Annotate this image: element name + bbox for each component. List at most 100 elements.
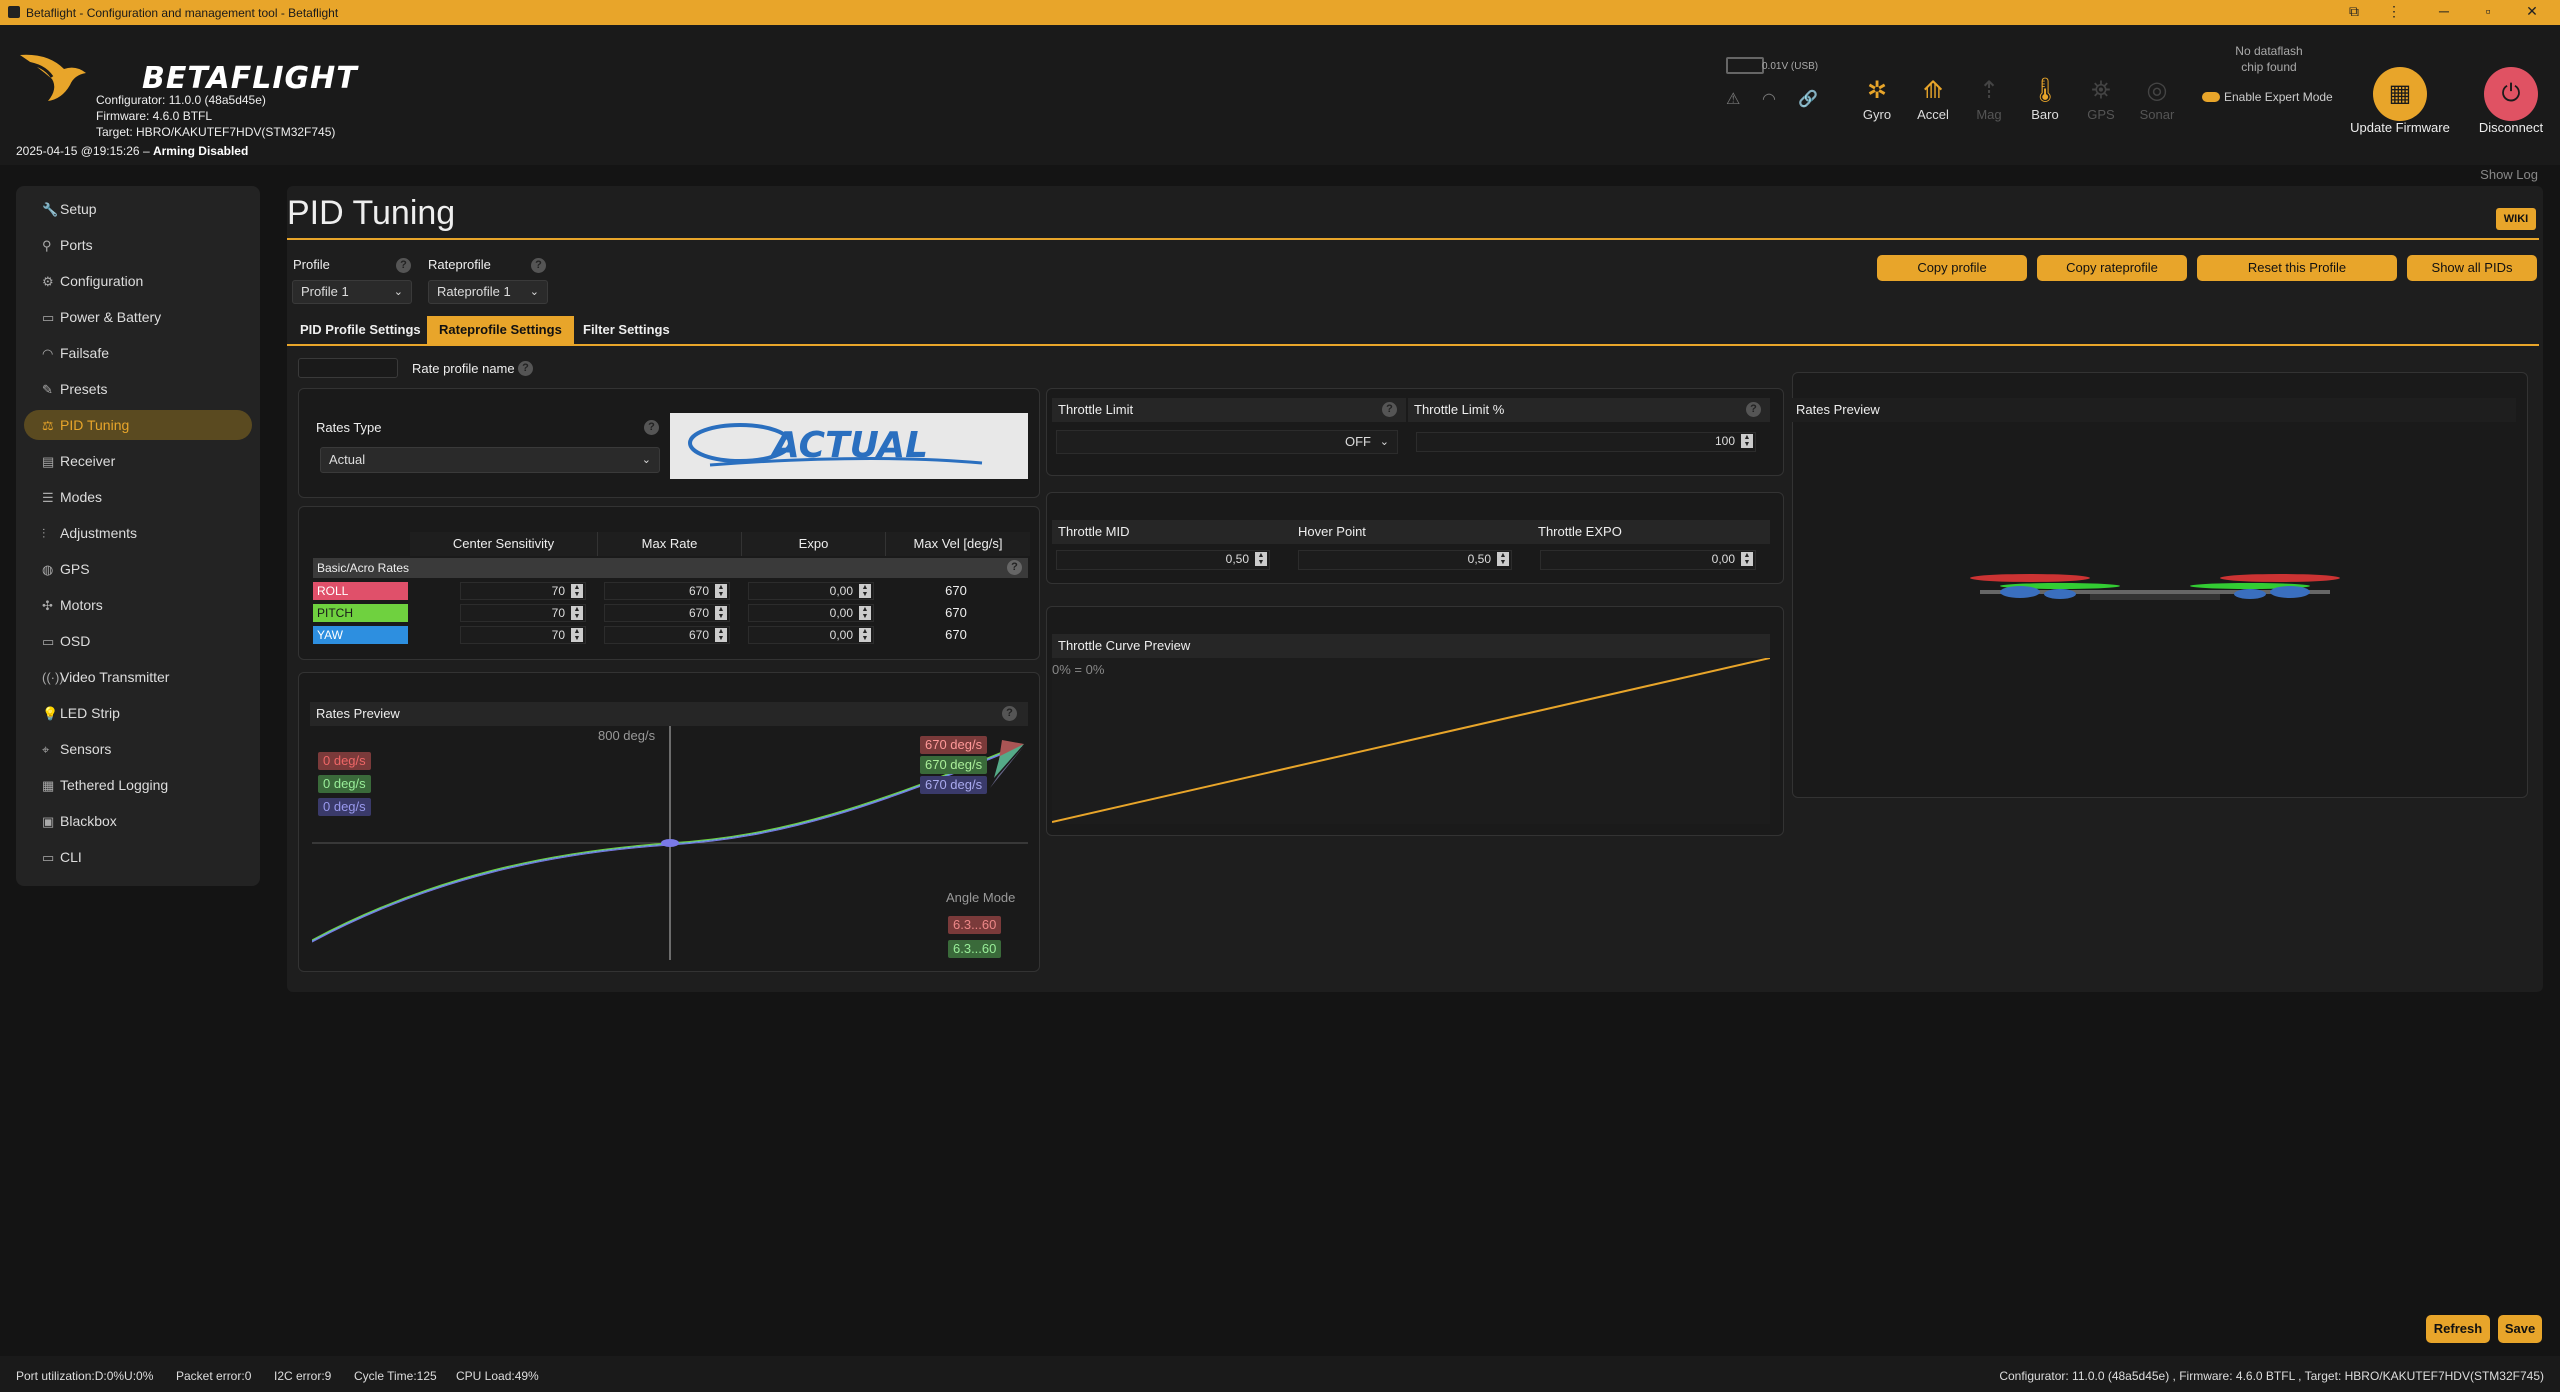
throttle-limit-select[interactable]: OFF ⌄	[1056, 430, 1398, 454]
sidebar-item-osd[interactable]: ▭ OSD	[24, 626, 252, 656]
show-all-pids-button[interactable]: Show all PIDs	[2407, 255, 2537, 281]
yaw-max-rate: 670 deg/s	[920, 776, 988, 794]
stepper-icon[interactable]: ▲ ▼	[715, 606, 727, 620]
throttle-mid-input[interactable]: 0,50 ▲ ▼	[1056, 550, 1270, 570]
help-icon[interactable]: ?	[644, 420, 659, 435]
tab-filter-settings[interactable]: Filter Settings	[571, 316, 682, 344]
stepper-icon: ▲ ▼	[1741, 552, 1753, 566]
help-icon[interactable]: ?	[1002, 706, 1017, 721]
sidebar-item-sensors[interactable]: ⌖ Sensors	[24, 734, 252, 764]
save-button[interactable]: Save	[2498, 1315, 2542, 1343]
help-icon[interactable]: ?	[1746, 402, 1761, 417]
sidebar-item-label: GPS	[60, 561, 90, 577]
maximize-icon[interactable]: ▫	[2478, 3, 2498, 21]
sidebar-item-failsafe[interactable]: ◠ Failsafe	[24, 338, 252, 368]
sidebar-item-motors[interactable]: ✣ Motors	[24, 590, 252, 620]
rate-profile-name-input[interactable]	[298, 358, 398, 378]
stepper-icon[interactable]: ▲ ▼	[571, 606, 583, 620]
header-center-sensitivity: Center Sensitivity	[410, 532, 598, 556]
sidebar-item-receiver[interactable]: ▤ Receiver	[24, 446, 252, 476]
throttle-limit-pct-input[interactable]: 100 ▲ ▼	[1416, 432, 1756, 452]
hover-point-input[interactable]: 0,50 ▲ ▼	[1298, 550, 1512, 570]
pitch-max-rate-input[interactable]: 670 ▲ ▼	[604, 604, 730, 622]
throttle-limit-pct-header: Throttle Limit %	[1408, 398, 1770, 422]
usb-icon: ⏻	[2501, 80, 2521, 107]
axis-label-pitch: PITCH	[313, 604, 408, 622]
stepper-icon[interactable]: ▲ ▼	[715, 628, 727, 642]
pitch-max-rate: 670 deg/s	[920, 756, 988, 774]
help-icon[interactable]: ?	[518, 361, 533, 376]
stepper-icon[interactable]: ▲ ▼	[571, 628, 583, 642]
sidebar-item-power-battery[interactable]: ▭ Power & Battery	[24, 302, 252, 332]
quad-model-icon	[1970, 574, 2340, 600]
tab-rateprofile-settings[interactable]: Rateprofile Settings	[427, 316, 574, 344]
title-bar: Betaflight - Configuration and managemen…	[0, 0, 2560, 25]
sidebar-item-label: Blackbox	[60, 813, 117, 829]
stepper-icon[interactable]: ▲ ▼	[859, 584, 871, 598]
help-icon[interactable]: ?	[1007, 560, 1022, 575]
stepper-icon[interactable]: ▲ ▼	[859, 606, 871, 620]
help-icon[interactable]: ?	[396, 258, 411, 273]
warning-icon: ⚠	[1726, 91, 1741, 108]
show-log-link[interactable]: Show Log	[2480, 167, 2538, 182]
roll-max-vel: 670	[945, 583, 967, 598]
throttle-expo-input[interactable]: 0,00 ▲ ▼	[1540, 550, 1756, 570]
sensor-sonar: ◎ Sonar	[2135, 75, 2179, 122]
pitch-center-sensitivity-input[interactable]: 70 ▲ ▼	[460, 604, 586, 622]
disconnect-label: Disconnect	[2478, 120, 2544, 135]
chip-icon: ▦	[2388, 80, 2412, 107]
sidebar-item-cli[interactable]: ▭ CLI	[24, 842, 252, 872]
thermometer-icon: 🌡	[2029, 77, 2061, 104]
stepper-icon[interactable]: ▲ ▼	[571, 584, 583, 598]
close-icon[interactable]: ✕	[2522, 3, 2542, 21]
expert-mode-toggle[interactable]	[2202, 92, 2220, 102]
roll-expo-input[interactable]: 0,00 ▲ ▼	[748, 582, 874, 600]
tab-pid-profile-settings[interactable]: PID Profile Settings	[288, 316, 433, 344]
rate-profile-name-label: Rate profile name	[412, 361, 515, 376]
dataflash-status: No dataflash chip found	[2235, 44, 2303, 74]
sidebar-item-tethered-logging[interactable]: ▦ Tethered Logging	[24, 770, 252, 800]
sidebar-item-led-strip[interactable]: 💡 LED Strip	[24, 698, 252, 728]
sidebar-item-gps[interactable]: ◍ GPS	[24, 554, 252, 584]
wrench-icon: 🔧	[42, 202, 59, 217]
rateprofile-select[interactable]: Rateprofile 1 ⌄	[428, 280, 548, 304]
logo-text: BETAFLIGHT	[142, 61, 358, 96]
sidebar-item-configuration[interactable]: ⚙ Configuration	[24, 266, 252, 296]
battery-icon: ▭	[42, 310, 55, 325]
update-firmware-button[interactable]: ▦	[2373, 67, 2427, 121]
roll-max-rate-input[interactable]: 670 ▲ ▼	[604, 582, 730, 600]
header: BETAFLIGHT Configurator: 11.0.0 (48a5d45…	[0, 25, 2560, 182]
extension-icon[interactable]: ⧉	[2344, 3, 2364, 21]
sidebar-item-ports[interactable]: ⚲ Ports	[24, 230, 252, 260]
sidebar-item-setup[interactable]: 🔧 Setup	[24, 194, 252, 224]
yaw-center-sensitivity-input[interactable]: 70 ▲ ▼	[460, 626, 586, 644]
roll-center-sensitivity-input[interactable]: 70 ▲ ▼	[460, 582, 586, 600]
refresh-button[interactable]: Refresh	[2426, 1315, 2490, 1343]
sidebar-item-pid-tuning[interactable]: ⚖ PID Tuning	[24, 410, 252, 440]
actual-logo-icon: ACTUAL	[688, 423, 983, 467]
profile-select[interactable]: Profile 1 ⌄	[292, 280, 412, 304]
copy-profile-button[interactable]: Copy profile	[1877, 255, 2027, 281]
stepper-icon[interactable]: ▲ ▼	[859, 628, 871, 642]
stepper-icon[interactable]: ▲ ▼	[715, 584, 727, 598]
help-icon[interactable]: ?	[531, 258, 546, 273]
minimize-icon[interactable]: ─	[2434, 3, 2454, 21]
sidebar-item-modes[interactable]: ☰ Modes	[24, 482, 252, 512]
reset-profile-button[interactable]: Reset this Profile	[2197, 255, 2397, 281]
battery-icon	[1726, 57, 1764, 74]
rates-type-select[interactable]: Actual ⌄	[320, 447, 660, 473]
help-icon[interactable]: ?	[1382, 402, 1397, 417]
sidebar-item-presets[interactable]: ✎ Presets	[24, 374, 252, 404]
sidebar-item-blackbox[interactable]: ▣ Blackbox	[24, 806, 252, 836]
wiki-button[interactable]: WIKI	[2496, 208, 2536, 230]
yaw-expo-input[interactable]: 0,00 ▲ ▼	[748, 626, 874, 644]
more-icon[interactable]: ⋮	[2384, 3, 2404, 21]
pitch-expo-input[interactable]: 0,00 ▲ ▼	[748, 604, 874, 622]
disconnect-button[interactable]: ⏻	[2484, 67, 2538, 121]
chevron-down-icon: ⌄	[393, 286, 403, 298]
throttle-mid-header: Throttle MID	[1052, 520, 1292, 544]
yaw-max-rate-input[interactable]: 670 ▲ ▼	[604, 626, 730, 644]
copy-rateprofile-button[interactable]: Copy rateprofile	[2037, 255, 2187, 281]
sidebar-item-adjustments[interactable]: ⫶ Adjustments	[24, 518, 252, 548]
sidebar-item-video-transmitter[interactable]: ((·))Video Transmitter	[24, 662, 252, 692]
